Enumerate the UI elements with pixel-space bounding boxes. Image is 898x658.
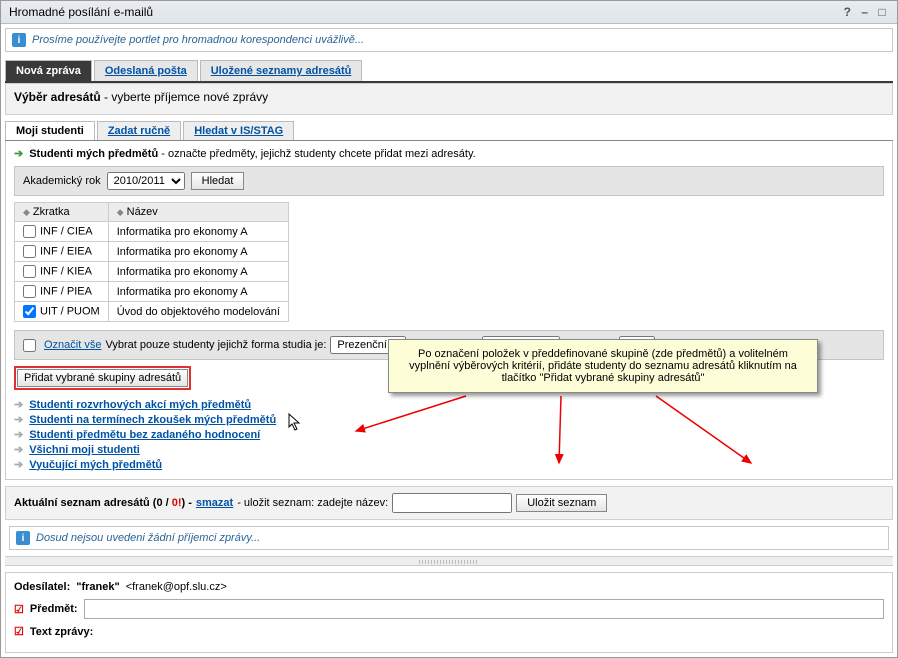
row-checkbox[interactable] [23, 285, 36, 298]
maximize-icon[interactable]: □ [875, 5, 889, 19]
subtab-my-students[interactable]: Moji studenti [5, 121, 95, 140]
required-icon: ☑ [14, 625, 24, 638]
filter-text1: Vybrat pouze studenty jejichž forma stud… [105, 339, 326, 351]
sort-icon: ◆ [23, 207, 30, 217]
save-list-button[interactable]: Uložit seznam [516, 494, 607, 512]
col-code[interactable]: ◆Zkratka [15, 203, 109, 222]
link-ungraded-students[interactable]: Studenti předmětu bez zadaného hodnocení [29, 429, 260, 441]
col-name[interactable]: ◆Název [108, 203, 288, 222]
info-icon: i [16, 531, 30, 545]
info-text: Prosíme používejte portlet pro hromadnou… [32, 34, 364, 46]
tab-new-message[interactable]: Nová zpráva [5, 60, 92, 81]
row-checkbox[interactable] [23, 305, 36, 318]
required-icon: ☑ [14, 603, 24, 616]
info-bar-top: i Prosíme používejte portlet pro hromadn… [5, 28, 893, 52]
sender-name: "franek" [76, 581, 119, 593]
row-checkbox[interactable] [23, 265, 36, 278]
subtab-manual[interactable]: Zadat ručně [97, 121, 181, 140]
subjects-desc: - označte předměty, jejichž studenty chc… [158, 148, 476, 160]
minimize-icon[interactable]: – [858, 5, 872, 19]
link-schedule-students[interactable]: Studenti rozvrhových akcí mých předmětů [29, 399, 251, 411]
sender-label: Odesílatel: [14, 581, 70, 593]
search-button[interactable]: Hledat [191, 172, 245, 190]
compose-panel: Odesílatel: "franek" <franek@opf.slu.cz>… [5, 572, 893, 653]
subject-label: Předmět: [30, 603, 78, 615]
content-panel: ➔ Studenti mých předmětů - označte předm… [5, 141, 893, 480]
list-name-input[interactable] [392, 493, 512, 513]
cursor-icon [288, 413, 304, 438]
splitter-handle[interactable] [5, 556, 893, 566]
sender-email: <franek@opf.slu.cz> [126, 581, 227, 593]
tooltip-callout: Po označení položek v předdefinované sku… [388, 339, 818, 393]
tab-saved-lists[interactable]: Uložené seznamy adresátů [200, 60, 363, 81]
year-select[interactable]: 2010/2011 [107, 172, 185, 190]
chevron-right-icon: ➔ [14, 458, 23, 471]
help-icon[interactable]: ? [840, 5, 854, 19]
section-title: Výběr adresátů [14, 90, 101, 104]
expand-arrow-icon: ➔ [14, 147, 23, 160]
link-all-students[interactable]: Všichni moji studenti [29, 444, 140, 456]
sort-icon: ◆ [117, 207, 124, 217]
chevron-right-icon: ➔ [14, 398, 23, 411]
info-bar-recipients: i Dosud nejsou uvedeni žádní příjemci zp… [9, 526, 889, 550]
subtab-search-stag[interactable]: Hledat v IS/STAG [183, 121, 294, 140]
chevron-right-icon: ➔ [14, 413, 23, 426]
table-row: INF / PIEA Informatika pro ekonomy A [15, 282, 289, 302]
info-icon: i [12, 33, 26, 47]
row-checkbox[interactable] [23, 245, 36, 258]
recipient-selection-section: Výběr adresátů - vyberte příjemce nové z… [5, 83, 893, 115]
window-title: Hromadné posílání e-mailů [9, 5, 153, 19]
info-text2: Dosud nejsou uvedeni žádní příjemci zprá… [36, 532, 260, 544]
clear-list-link[interactable]: smazat [196, 497, 233, 509]
link-teachers[interactable]: Vyučující mých předmětů [29, 459, 162, 471]
row-checkbox[interactable] [23, 225, 36, 238]
related-links: ➔ Studenti rozvrhových akcí mých předmětů… [14, 398, 884, 471]
table-row: INF / KIEA Informatika pro ekonomy A [15, 262, 289, 282]
tab-sent-mail[interactable]: Odeslaná pošta [94, 60, 198, 81]
year-label: Akademický rok [23, 175, 101, 187]
table-row: INF / CIEA Informatika pro ekonomy A [15, 222, 289, 242]
subjects-title: Studenti mých předmětů [29, 148, 158, 160]
select-all-link[interactable]: Označit vše [44, 339, 101, 351]
link-exam-students[interactable]: Studenti na termínech zkoušek mých předm… [29, 414, 276, 426]
add-selected-groups-button[interactable]: Přidat vybrané skupiny adresátů [17, 369, 188, 387]
chevron-right-icon: ➔ [14, 428, 23, 441]
academic-year-row: Akademický rok 2010/2011 Hledat [14, 166, 884, 196]
main-tabs: Nová zpráva Odeslaná pošta Uložené sezna… [5, 60, 893, 83]
subjects-table: ◆Zkratka ◆Název INF / CIEA Informatika p… [14, 202, 289, 322]
select-all-checkbox[interactable] [23, 339, 36, 352]
table-row: INF / EIEA Informatika pro ekonomy A [15, 242, 289, 262]
recipient-list-row: Aktuální seznam adresátů (0 / 0!) - smaz… [5, 486, 893, 520]
subject-input[interactable] [84, 599, 884, 619]
chevron-right-icon: ➔ [14, 443, 23, 456]
section-desc: - vyberte příjemce nové zprávy [101, 90, 268, 104]
body-label: Text zprávy: [30, 626, 93, 638]
table-row: UIT / PUOM Úvod do objektového modelován… [15, 302, 289, 322]
sub-tabs: Moji studenti Zadat ručně Hledat v IS/ST… [5, 121, 893, 141]
